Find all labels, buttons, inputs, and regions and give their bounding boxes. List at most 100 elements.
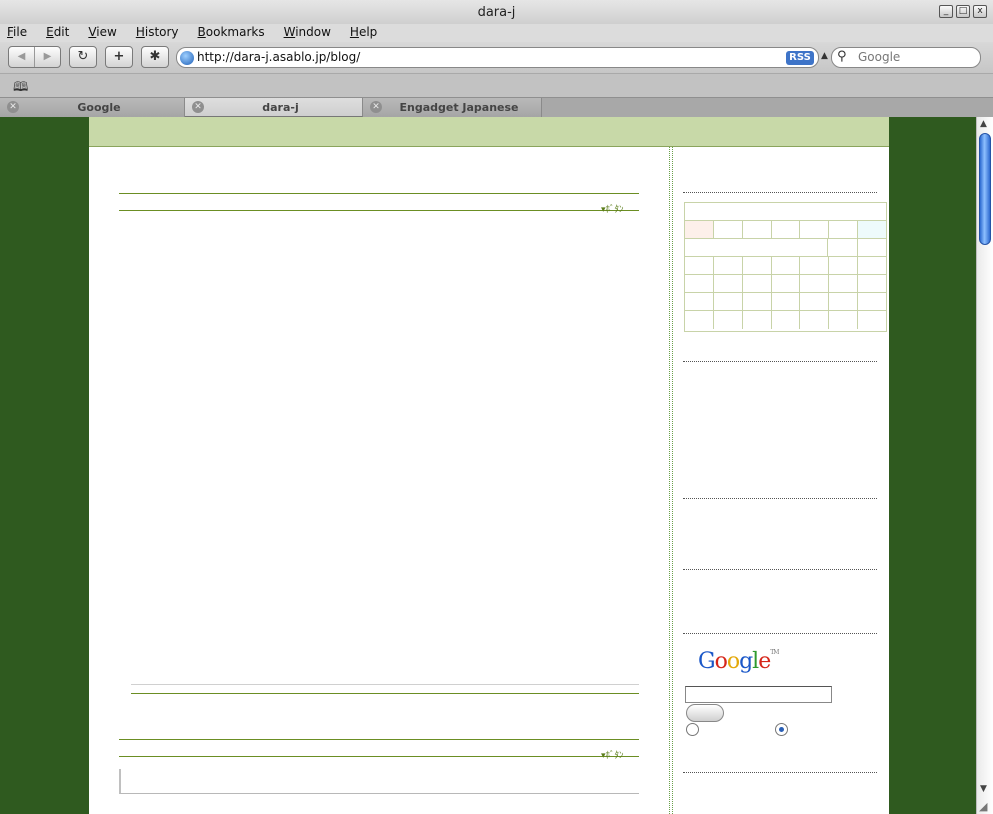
sidebar-divider: [683, 361, 877, 362]
google-logo-letter: o: [714, 649, 728, 674]
close-icon[interactable]: x: [973, 5, 987, 18]
plus-icon: +: [113, 49, 125, 64]
entry-rule-bottom: [119, 210, 639, 211]
calendar-cell: [858, 275, 886, 292]
search-site-radio[interactable]: [775, 723, 788, 736]
calendar-week: [685, 293, 886, 311]
menu-view[interactable]: View: [88, 24, 116, 42]
scroll-down-icon[interactable]: ▼: [980, 784, 987, 794]
reload-button[interactable]: ↻: [69, 46, 97, 68]
add-bookmark-button[interactable]: +: [105, 46, 133, 68]
menu-help[interactable]: Help: [350, 24, 377, 42]
forward-icon[interactable]: ▶: [35, 47, 60, 67]
search-web-radio[interactable]: [686, 723, 699, 736]
calendar-cell: [714, 257, 743, 274]
calendar-cell: [685, 293, 714, 310]
entry2-more-link[interactable]: ▾ﾎﾞﾀﾝ: [601, 748, 624, 761]
maximize-icon[interactable]: □: [956, 5, 970, 18]
search-field[interactable]: ⚲ Google: [831, 47, 981, 68]
calendar-cell: [858, 293, 886, 310]
google-logo-letter: g: [739, 649, 753, 674]
tab-bar: ✕ Google ✕ dara-j ✕ Engadget Japanese: [0, 97, 993, 117]
google-logo-letter: e: [758, 649, 771, 674]
entry-footer-rule: [131, 693, 639, 694]
tab-label: Engadget Japanese: [399, 101, 519, 114]
entry2-rule-bottom: [119, 756, 639, 757]
calendar-cell: [685, 311, 714, 329]
calendar-cell: [772, 293, 801, 310]
entry-footer-rule-light: [131, 684, 639, 685]
bug-icon: ✱: [149, 49, 161, 64]
calendar-cell: [743, 293, 772, 310]
google-search-button[interactable]: [686, 704, 724, 722]
rss-button[interactable]: RSS: [786, 51, 814, 65]
scroll-up-icon[interactable]: ▲: [980, 119, 987, 129]
bug-report-button[interactable]: ✱: [141, 46, 169, 68]
menu-window[interactable]: Window: [284, 24, 331, 42]
calendar-weekdays: [685, 221, 887, 239]
search-placeholder: Google: [858, 50, 901, 64]
calendar-week: [685, 257, 886, 275]
calendar-cell: [685, 257, 714, 274]
calendar-cell: [714, 221, 743, 238]
calendar-cell: [858, 221, 887, 238]
calendar-cell: [743, 311, 772, 329]
close-tab-icon[interactable]: ✕: [370, 101, 382, 113]
google-logo: GoogleTM: [698, 649, 779, 674]
calendar-cell: [772, 275, 801, 292]
entry2-rule-top: [119, 739, 639, 740]
close-tab-icon[interactable]: ✕: [7, 101, 19, 113]
entry-more-text: ▾ﾎﾞﾀﾝ: [601, 205, 624, 215]
calendar-cell: [800, 257, 830, 274]
tab-engadget[interactable]: ✕ Engadget Japanese: [363, 98, 542, 117]
entry2-more-text: ▾ﾎﾞﾀﾝ: [601, 751, 624, 761]
back-icon[interactable]: ◀: [9, 47, 35, 67]
google-search-input[interactable]: [685, 686, 832, 703]
calendar-cell: [829, 293, 859, 310]
window-title: dara-j: [477, 5, 516, 20]
sidebar-divider: [683, 192, 877, 193]
minimize-icon[interactable]: _: [939, 5, 953, 18]
globe-icon: [180, 51, 194, 65]
calendar-cell: [685, 221, 714, 238]
calendar-cell: [800, 275, 830, 292]
calendar-header: [685, 203, 886, 221]
menu-bar: File Edit View History Bookmarks Window …: [0, 24, 993, 42]
address-bar[interactable]: http://dara-j.asablo.jp/blog/ RSS: [176, 47, 819, 68]
vertical-scrollbar[interactable]: ▲ ▼: [976, 117, 993, 814]
sidebar: GoogleTM →: [683, 147, 889, 814]
tab-google[interactable]: ✕ Google: [0, 98, 185, 117]
sidebar-divider: [683, 772, 877, 773]
calendar-cell: [829, 221, 859, 238]
resize-grip-icon[interactable]: ◢: [979, 800, 987, 813]
address-text: http://dara-j.asablo.jp/blog/: [197, 50, 361, 64]
url-dropdown-icon[interactable]: ▲: [821, 51, 828, 61]
tab-dara-j[interactable]: ✕ dara-j: [185, 98, 363, 117]
entry-more-link[interactable]: ▾ﾎﾞﾀﾝ: [601, 202, 624, 215]
calendar-cell: [800, 293, 830, 310]
calendar-cell: [772, 221, 801, 238]
sidebar-divider: [683, 498, 877, 499]
menu-edit[interactable]: Edit: [46, 24, 69, 42]
window-controls: _ □ x: [939, 5, 987, 18]
calendar-cell: [829, 311, 859, 329]
google-logo-tm: TM: [770, 649, 779, 656]
calendar-cell: [828, 239, 858, 256]
menu-file[interactable]: File: [7, 24, 27, 42]
calendar: [684, 202, 887, 332]
scrollbar-thumb[interactable]: [979, 133, 991, 245]
calendar-cell: [714, 311, 743, 329]
menu-history[interactable]: History: [136, 24, 179, 42]
close-tab-icon[interactable]: ✕: [192, 101, 204, 113]
calendar-cell: [829, 257, 859, 274]
calendar-week: [685, 275, 886, 293]
navigation-toolbar: ◀ ▶ ↻ + ✱ http://dara-j.asablo.jp/blog/ …: [0, 42, 993, 73]
calendar-cell: [685, 239, 829, 256]
google-logo-letter: o: [726, 649, 740, 674]
main-column: ▾ﾎﾞﾀﾝ ▾ﾎﾞﾀﾝ: [89, 147, 671, 814]
calendar-cell: [714, 275, 743, 292]
page-viewport: ▾ﾎﾞﾀﾝ ▾ﾎﾞﾀﾝ GoogleTM: [0, 117, 976, 814]
search-icon: ⚲: [837, 49, 847, 64]
menu-bookmarks[interactable]: Bookmarks: [198, 24, 265, 42]
sidebar-divider: [683, 569, 877, 570]
